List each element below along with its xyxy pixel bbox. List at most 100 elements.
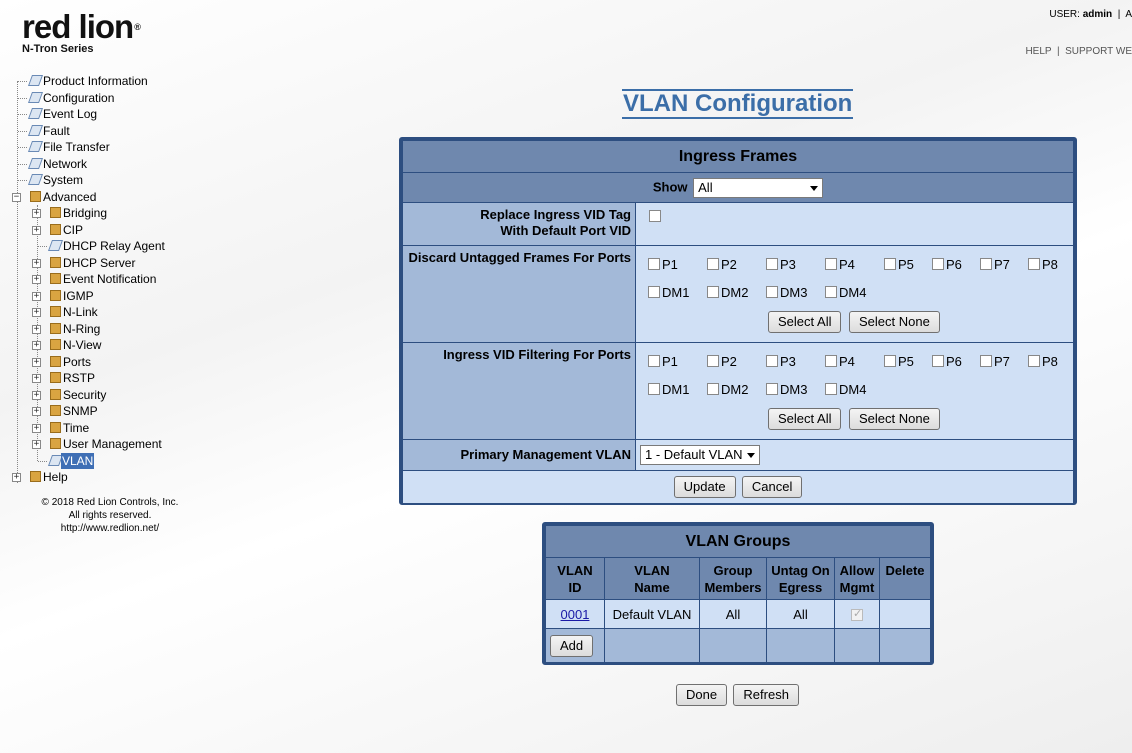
expand-icon[interactable]: + <box>12 473 21 482</box>
tree-label[interactable]: Configuration <box>43 90 114 107</box>
checkbox[interactable] <box>707 355 719 367</box>
filter-select-all-button[interactable]: Select All <box>768 408 842 430</box>
tree-label[interactable]: DHCP Server <box>63 255 135 272</box>
tree-label[interactable]: Security <box>63 387 106 404</box>
tree-label[interactable]: SNMP <box>63 403 98 420</box>
filter-port-dm2[interactable]: DM2 <box>707 382 748 397</box>
checkbox[interactable] <box>648 383 660 395</box>
filter-port-p6[interactable]: P6 <box>932 354 962 369</box>
tree-item-n-view[interactable]: + N-View <box>10 337 210 354</box>
checkbox[interactable] <box>648 355 660 367</box>
expand-icon[interactable]: + <box>32 324 41 334</box>
checkbox[interactable] <box>932 355 944 367</box>
help-link[interactable]: HELP <box>1025 46 1051 57</box>
checkbox[interactable] <box>932 258 944 270</box>
expand-icon[interactable]: + <box>32 357 41 367</box>
discard-port-p1[interactable]: P1 <box>648 257 678 272</box>
tree-item-n-ring[interactable]: + N-Ring <box>10 321 210 338</box>
discard-port-dm3[interactable]: DM3 <box>766 285 807 300</box>
tree-item-vlan[interactable]: VLAN <box>10 452 210 469</box>
tree-item-igmp[interactable]: + IGMP <box>10 288 210 305</box>
tree-item-help[interactable]: + Help <box>10 469 210 486</box>
tree-item-security[interactable]: + Security <box>10 387 210 404</box>
tree-label[interactable]: N-Ring <box>63 321 100 338</box>
expand-icon[interactable]: + <box>32 258 41 268</box>
vlan-id-link[interactable]: 0001 <box>561 607 590 622</box>
expand-icon[interactable]: + <box>32 440 41 449</box>
expand-icon[interactable]: + <box>32 374 41 383</box>
discard-port-p3[interactable]: P3 <box>766 257 796 272</box>
primary-mgmt-vlan-select[interactable]: 1 - Default VLAN <box>640 445 760 465</box>
checkbox[interactable] <box>825 383 837 395</box>
checkbox[interactable] <box>707 258 719 270</box>
discard-select-all-button[interactable]: Select All <box>768 311 842 333</box>
filter-port-p3[interactable]: P3 <box>766 354 796 369</box>
tree-item-dhcp-relay-agent[interactable]: DHCP Relay Agent <box>10 238 210 255</box>
tree-label[interactable]: Product Information <box>43 73 148 90</box>
tree-label[interactable]: Event Log <box>43 106 97 123</box>
discard-port-dm2[interactable]: DM2 <box>707 285 748 300</box>
tree-label[interactable]: Fault <box>43 123 70 140</box>
tree-label[interactable]: Event Notification <box>63 271 156 288</box>
expand-icon[interactable]: + <box>32 341 41 350</box>
checkbox[interactable] <box>1028 258 1040 270</box>
checkbox[interactable] <box>766 258 778 270</box>
collapse-icon[interactable]: − <box>12 192 21 202</box>
tree-item-bridging[interactable]: + Bridging <box>10 205 210 222</box>
tree-label[interactable]: IGMP <box>63 288 94 305</box>
tree-item-event-log[interactable]: Event Log <box>10 106 210 123</box>
checkbox[interactable] <box>766 286 778 298</box>
checkbox[interactable] <box>825 355 837 367</box>
filter-port-dm4[interactable]: DM4 <box>825 382 866 397</box>
tree-label[interactable]: Bridging <box>63 205 107 222</box>
filter-port-dm1[interactable]: DM1 <box>648 382 689 397</box>
tree-item-system[interactable]: System <box>10 172 210 189</box>
filter-port-p1[interactable]: P1 <box>648 354 678 369</box>
checkbox[interactable] <box>884 258 896 270</box>
tree-item-dhcp-server[interactable]: + DHCP Server <box>10 255 210 272</box>
tree-item-network[interactable]: Network <box>10 156 210 173</box>
tree-label[interactable]: Ports <box>63 354 91 371</box>
checkbox[interactable] <box>707 383 719 395</box>
checkbox[interactable] <box>707 286 719 298</box>
checkbox[interactable] <box>766 383 778 395</box>
tree-label[interactable]: CIP <box>63 222 83 239</box>
tree-item-user-management[interactable]: + User Management <box>10 436 210 453</box>
discard-port-p8[interactable]: P8 <box>1028 257 1058 272</box>
refresh-button[interactable]: Refresh <box>733 684 799 706</box>
tree-item-fault[interactable]: Fault <box>10 123 210 140</box>
tree-label-selected[interactable]: VLAN <box>61 452 95 469</box>
tree-label[interactable]: Help <box>43 469 68 486</box>
tree-item-cip[interactable]: + CIP <box>10 222 210 239</box>
expand-icon[interactable]: + <box>32 225 41 235</box>
discard-port-dm1[interactable]: DM1 <box>648 285 689 300</box>
replace-vid-checkbox[interactable] <box>649 210 661 222</box>
tree-item-time[interactable]: + Time <box>10 420 210 437</box>
tree-label[interactable]: RSTP <box>63 370 95 387</box>
tree-label[interactable]: DHCP Relay Agent <box>63 238 165 255</box>
user-trailing-link[interactable]: A <box>1125 9 1132 20</box>
tree-label[interactable]: Network <box>43 156 87 173</box>
filter-port-p7[interactable]: P7 <box>980 354 1010 369</box>
checkbox[interactable] <box>825 258 837 270</box>
update-button[interactable]: Update <box>673 476 736 498</box>
website-link[interactable]: http://www.redlion.net/ <box>30 522 190 535</box>
checkbox[interactable] <box>884 355 896 367</box>
tree-label[interactable]: Advanced <box>43 189 96 206</box>
add-vlan-button[interactable]: Add <box>550 634 594 657</box>
tree-item-n-link[interactable]: + N-Link <box>10 304 210 321</box>
support-link[interactable]: SUPPORT WE <box>1065 46 1132 57</box>
expand-icon[interactable]: + <box>32 407 41 416</box>
checkbox[interactable] <box>980 258 992 270</box>
tree-item-snmp[interactable]: + SNMP <box>10 403 210 420</box>
expand-icon[interactable]: + <box>32 209 41 218</box>
filter-port-p5[interactable]: P5 <box>884 354 914 369</box>
tree-label[interactable]: Time <box>63 420 89 437</box>
discard-select-none-button[interactable]: Select None <box>849 311 940 333</box>
filter-port-p4[interactable]: P4 <box>825 354 855 369</box>
checkbox[interactable] <box>766 355 778 367</box>
tree-label[interactable]: N-Link <box>63 304 98 321</box>
tree-item-configuration[interactable]: Configuration <box>10 90 210 107</box>
tree-item-rstp[interactable]: + RSTP <box>10 370 210 387</box>
cancel-button[interactable]: Cancel <box>741 476 803 498</box>
